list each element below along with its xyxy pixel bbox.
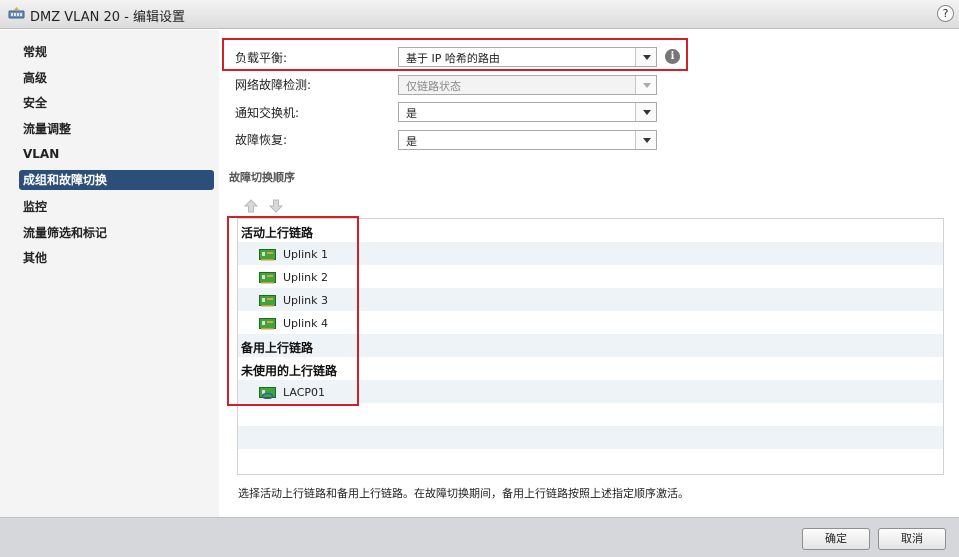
failback-value: 是: [406, 135, 417, 148]
uplink-label: Uplink 3: [283, 294, 328, 307]
list-item[interactable]: LACP01: [238, 381, 943, 404]
notify-switches-value: 是: [406, 107, 417, 120]
cancel-button[interactable]: 取消: [878, 528, 946, 550]
notify-switches-label: 通知交换机:: [235, 106, 300, 120]
network-adapter-icon: [259, 272, 276, 284]
dialog-footer: 确定 取消: [0, 517, 959, 557]
network-adapter-icon: [259, 249, 276, 261]
settings-sidebar: 常规 高级 安全 流量调整 VLAN 成组和故障切换 监控 流量筛选和标记 其他: [0, 30, 219, 517]
load-balancing-select[interactable]: 基于 IP 哈希的路由: [398, 47, 657, 67]
uplink-label: Uplink 4: [283, 317, 328, 330]
sidebar-item-advanced[interactable]: 高级: [23, 68, 213, 88]
sidebar-item-traffic-shaping[interactable]: 流量调整: [23, 119, 213, 139]
sidebar-item-vlan[interactable]: VLAN: [23, 144, 213, 164]
group-row-active: 活动上行链路: [238, 220, 943, 243]
failure-detection-select: 仅链路状态: [398, 75, 657, 95]
chevron-down-icon: [643, 83, 651, 88]
uplink-label: Uplink 1: [283, 248, 328, 261]
list-item[interactable]: Uplink 3: [238, 289, 943, 312]
failback-select[interactable]: 是: [398, 130, 657, 150]
active-uplinks-group-label: 活动上行链路: [241, 226, 314, 240]
list-item[interactable]: Uplink 1: [238, 243, 943, 266]
sidebar-item-traffic-filtering[interactable]: 流量筛选和标记: [23, 223, 213, 243]
failback-label: 故障恢复:: [235, 133, 288, 147]
sidebar-item-monitoring[interactable]: 监控: [23, 197, 213, 217]
chevron-down-icon: [643, 138, 651, 143]
group-row-standby: 备用上行链路: [238, 335, 943, 358]
list-item[interactable]: Uplink 2: [238, 266, 943, 289]
sidebar-item-misc[interactable]: 其他: [23, 248, 213, 268]
unused-uplinks-group-label: 未使用的上行链路: [241, 364, 338, 378]
lag-icon: [259, 387, 276, 399]
chevron-down-icon: [643, 55, 651, 60]
lag-label: LACP01: [283, 386, 326, 399]
network-adapter-icon: [259, 295, 276, 307]
move-up-icon[interactable]: [243, 198, 259, 214]
failure-detection-dropdown-button: [635, 76, 656, 94]
group-row-unused: 未使用的上行链路: [238, 358, 943, 381]
network-switch-icon: [8, 7, 25, 19]
notify-switches-select[interactable]: 是: [398, 102, 657, 122]
info-icon[interactable]: i: [665, 49, 680, 64]
window-title: DMZ VLAN 20 - 编辑设置: [30, 10, 185, 25]
standby-uplinks-group-label: 备用上行链路: [241, 341, 314, 355]
list-item[interactable]: Uplink 4: [238, 312, 943, 335]
notify-switches-dropdown-button[interactable]: [635, 103, 656, 121]
failover-order-list[interactable]: 活动上行链路 Uplink 1 Uplink 2 Uplink 3 Uplink…: [237, 218, 944, 475]
failover-order-title: 故障切换顺序: [229, 171, 295, 184]
chevron-down-icon: [643, 110, 651, 115]
uplink-label: Uplink 2: [283, 271, 328, 284]
title-bar: DMZ VLAN 20 - 编辑设置 ?: [0, 0, 959, 29]
failover-hint-text: 选择活动上行链路和备用上行链路。在故障切换期间，备用上行链路按照上述指定顺序激活…: [238, 487, 689, 500]
load-balancing-dropdown-button[interactable]: [635, 48, 656, 66]
sidebar-item-security[interactable]: 安全: [23, 93, 213, 113]
sidebar-item-general[interactable]: 常规: [23, 42, 213, 62]
failure-detection-value: 仅链路状态: [406, 80, 461, 93]
failure-detection-label: 网络故障检测:: [235, 78, 312, 92]
failback-dropdown-button[interactable]: [635, 131, 656, 149]
move-down-icon[interactable]: [268, 198, 284, 214]
load-balancing-value: 基于 IP 哈希的路由: [406, 52, 500, 65]
network-adapter-icon: [259, 318, 276, 330]
ok-button[interactable]: 确定: [802, 528, 870, 550]
help-button[interactable]: ?: [937, 5, 954, 22]
sidebar-item-teaming-failover[interactable]: 成组和故障切换: [19, 170, 214, 190]
load-balancing-label: 负载平衡:: [235, 51, 288, 65]
teaming-failover-panel: 负载平衡: 基于 IP 哈希的路由 i 网络故障检测: 仅链路状态 通知交换机:…: [219, 30, 959, 517]
list-stripe: [238, 426, 943, 449]
